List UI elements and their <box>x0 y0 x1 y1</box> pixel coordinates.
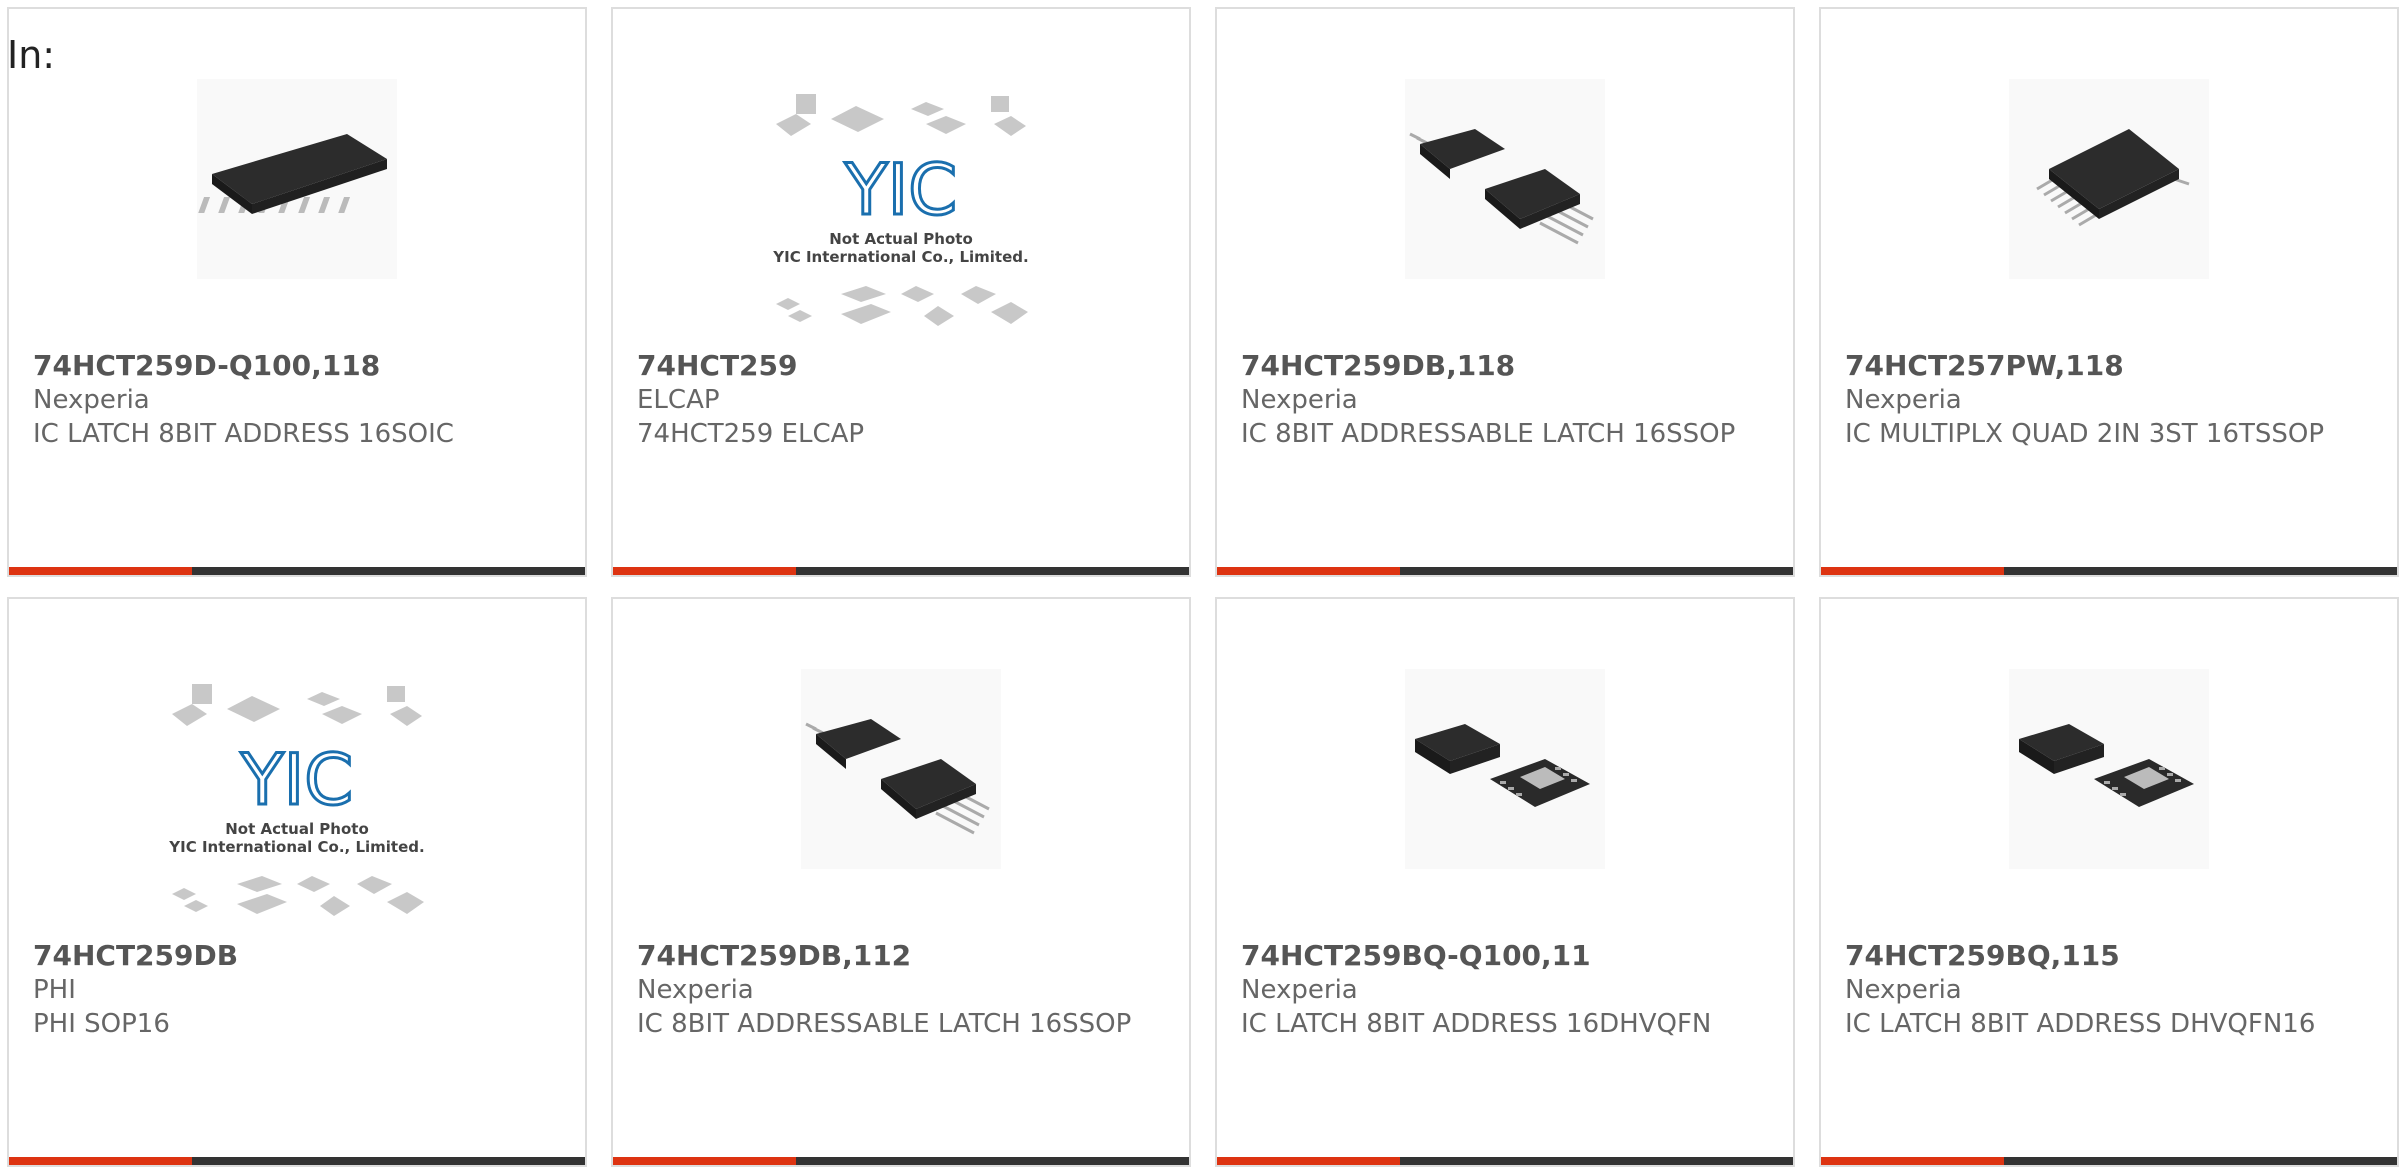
manufacturer: Nexperia <box>637 975 754 1005</box>
part-number[interactable]: 74HCT259DB <box>33 939 565 973</box>
part-number[interactable]: 74HCT259 <box>637 349 1169 383</box>
tssop-chip-icon <box>2009 79 2209 279</box>
part-number[interactable]: 74HCT259BQ-Q100,11 <box>1241 939 1773 973</box>
svg-text:Not Actual Photo: Not Actual Photo <box>829 230 973 248</box>
product-card[interactable]: 74HCT257PW,118 Nexperia IC MULTIPLX QUAD… <box>1819 7 2399 577</box>
product-card[interactable]: 74HCT259DB,118 Nexperia IC 8BIT ADDRESSA… <box>1215 7 1795 577</box>
description: IC LATCH 8BIT ADDRESS 16SOIC <box>33 419 454 449</box>
part-number[interactable]: 74HCT259D-Q100,118 <box>33 349 565 383</box>
placeholder-logo: YIC <box>240 739 353 821</box>
qfn-chip-pair-icon <box>1405 669 1605 869</box>
product-card[interactable]: 74HCT259BQ,115 Nexperia IC LATCH 8BIT AD… <box>1819 597 2399 1167</box>
manufacturer: ELCAP <box>637 385 720 415</box>
part-number[interactable]: 74HCT257PW,118 <box>1845 349 2377 383</box>
card-accent-bar <box>613 1157 1189 1165</box>
not-actual-photo-placeholder: YIC Not Actual Photo YIC International C… <box>766 94 1036 334</box>
card-accent-bar <box>613 567 1189 575</box>
manufacturer: PHI <box>33 975 76 1005</box>
card-accent-bar <box>1217 567 1793 575</box>
svg-text:YIC International Co., Limited: YIC International Co., Limited. <box>168 838 424 856</box>
qfn-chip-pair-icon <box>2009 669 2209 869</box>
description: IC MULTIPLX QUAD 2IN 3ST 16TSSOP <box>1845 419 2325 449</box>
card-accent-bar <box>1217 1157 1793 1165</box>
description: IC LATCH 8BIT ADDRESS 16DHVQFN <box>1241 1009 1712 1039</box>
manufacturer: Nexperia <box>1241 975 1358 1005</box>
svg-text:YIC International Co., Limited: YIC International Co., Limited. <box>772 248 1028 266</box>
card-accent-bar <box>9 567 585 575</box>
product-card[interactable]: 74HCT259BQ-Q100,11 Nexperia IC LATCH 8BI… <box>1215 597 1795 1167</box>
card-accent-bar <box>9 1157 585 1165</box>
part-number[interactable]: 74HCT259DB,118 <box>1241 349 1773 383</box>
manufacturer: Nexperia <box>1241 385 1358 415</box>
not-actual-photo-placeholder: YIC Not Actual Photo YIC International C… <box>162 684 432 924</box>
filter-in-label: In: <box>7 33 56 77</box>
product-card[interactable]: YIC Not Actual Photo YIC International C… <box>7 597 587 1167</box>
product-card[interactable]: 74HCT259D-Q100,118 Nexperia IC LATCH 8BI… <box>7 7 587 577</box>
description: IC LATCH 8BIT ADDRESS DHVQFN16 <box>1845 1009 2316 1039</box>
description: IC 8BIT ADDRESSABLE LATCH 16SSOP <box>1241 419 1736 449</box>
placeholder-logo: YIC <box>844 149 957 231</box>
ssop-chip-pair-icon <box>1405 79 1605 279</box>
manufacturer: Nexperia <box>33 385 150 415</box>
card-accent-bar <box>1821 567 2397 575</box>
svg-text:Not Actual Photo: Not Actual Photo <box>225 820 369 838</box>
product-card[interactable]: YIC Not Actual Photo YIC International C… <box>611 7 1191 577</box>
manufacturer: Nexperia <box>1845 385 1962 415</box>
product-card[interactable]: 74HCT259DB,112 Nexperia IC 8BIT ADDRESSA… <box>611 597 1191 1167</box>
part-number[interactable]: 74HCT259DB,112 <box>637 939 1169 973</box>
manufacturer: Nexperia <box>1845 975 1962 1005</box>
description: 74HCT259 ELCAP <box>637 419 865 449</box>
ssop-chip-pair-icon <box>801 669 1001 869</box>
description: IC 8BIT ADDRESSABLE LATCH 16SSOP <box>637 1009 1132 1039</box>
product-grid: 74HCT259D-Q100,118 Nexperia IC LATCH 8BI… <box>7 7 2399 1167</box>
part-number[interactable]: 74HCT259BQ,115 <box>1845 939 2377 973</box>
soic-chip-icon <box>197 79 397 279</box>
description: PHI SOP16 <box>33 1009 170 1039</box>
card-accent-bar <box>1821 1157 2397 1165</box>
